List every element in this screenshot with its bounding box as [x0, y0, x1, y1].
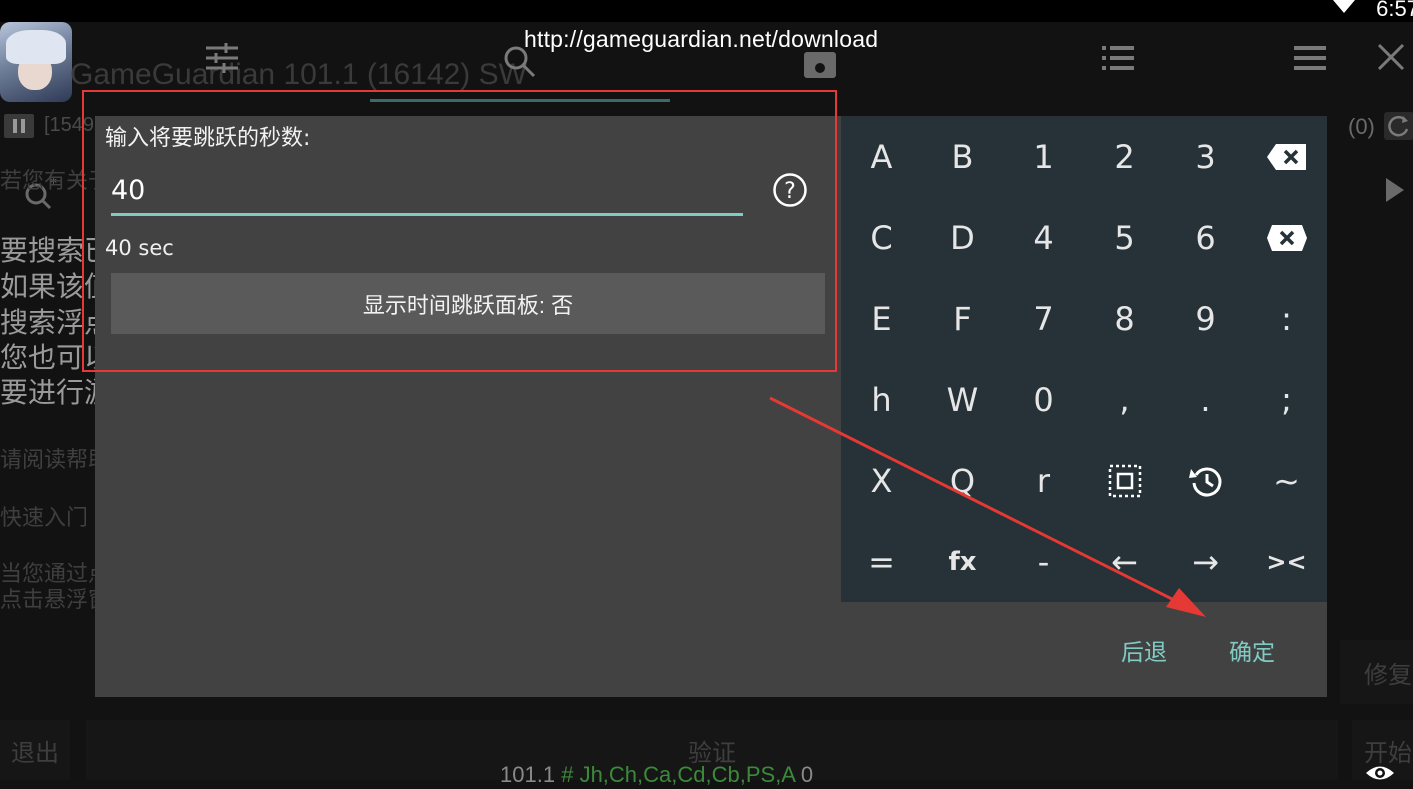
key-fx[interactable]: fx — [922, 521, 1003, 602]
key-3[interactable]: 3 — [1165, 116, 1246, 197]
key-9[interactable]: 9 — [1165, 278, 1246, 359]
clear-button[interactable] — [1246, 197, 1327, 278]
status-bar: 6:57 — [0, 0, 1413, 22]
back-button[interactable]: 后退 — [1121, 633, 1167, 667]
repair-button[interactable]: 修复 — [1340, 640, 1413, 704]
key-semicolon[interactable]: ; — [1246, 359, 1327, 440]
version-info: 101.1 # Jh,Ch,Ca,Cd,Cb,PS,A 0 — [500, 762, 813, 788]
play-icon[interactable] — [1386, 178, 1404, 202]
download-url[interactable]: http://gameguardian.net/download — [524, 26, 878, 53]
version-tail: 0 — [800, 762, 814, 787]
result-count: (0) — [1348, 114, 1375, 139]
ok-button[interactable]: 确定 — [1229, 633, 1275, 667]
settings-sliders-icon[interactable] — [204, 40, 240, 76]
key-h[interactable]: h — [841, 359, 922, 440]
refresh-icon — [1388, 115, 1409, 137]
memory-editor-icon[interactable] — [802, 48, 838, 84]
key-D[interactable]: D — [922, 197, 1003, 278]
key-A[interactable]: A — [841, 116, 922, 197]
history-button[interactable] — [1165, 440, 1246, 521]
key-minus[interactable]: - — [1003, 521, 1084, 602]
app-avatar[interactable] — [0, 22, 72, 102]
key-tilde[interactable]: ~ — [1246, 440, 1327, 521]
backspace-button[interactable] — [1246, 116, 1327, 197]
key-r[interactable]: r — [1003, 440, 1084, 521]
key-2[interactable]: 2 — [1084, 116, 1165, 197]
key-equals[interactable]: = — [841, 521, 922, 602]
status-time: 6:57 — [1376, 0, 1413, 21]
exit-button[interactable]: 退出 — [0, 720, 70, 780]
app-title: GameGuardian 101.1 (16142) SW — [70, 58, 527, 91]
version-flags: Jh,Ch,Ca,Cd,Cb,PS,A — [579, 762, 795, 787]
info-line-3: 快速入门 — [0, 506, 89, 531]
key-W[interactable]: W — [922, 359, 1003, 440]
backspace-icon — [1266, 143, 1306, 170]
history-icon — [1188, 467, 1221, 496]
eye-icon[interactable] — [1364, 762, 1396, 784]
key-B[interactable]: B — [922, 116, 1003, 197]
key-F[interactable]: F — [922, 278, 1003, 359]
select-all-button[interactable] — [1084, 440, 1165, 521]
key-1[interactable]: 1 — [1003, 116, 1084, 197]
key-X[interactable]: X — [841, 440, 922, 521]
close-icon[interactable] — [1374, 40, 1410, 76]
select-all-icon — [1108, 464, 1141, 497]
key-Q[interactable]: Q — [922, 440, 1003, 521]
refresh-button[interactable] — [1384, 112, 1413, 140]
info-line-2: 请阅读帮助 — [0, 448, 111, 473]
key-5[interactable]: 5 — [1084, 197, 1165, 278]
key-colon[interactable]: : — [1246, 278, 1327, 359]
version-hash: # — [561, 762, 574, 787]
key-6[interactable]: 6 — [1165, 197, 1246, 278]
swap-key[interactable]: >< — [1246, 521, 1327, 602]
info-line-5: 点击悬浮窗 — [0, 588, 111, 613]
cursor-right-key[interactable]: → — [1165, 521, 1246, 602]
key-comma[interactable]: , — [1084, 359, 1165, 440]
key-period[interactable]: . — [1165, 359, 1246, 440]
cursor-left-key[interactable]: ← — [1084, 521, 1165, 602]
key-0[interactable]: 0 — [1003, 359, 1084, 440]
version-number: 101.1 — [500, 762, 556, 787]
annotation-highlight-box — [82, 90, 837, 372]
key-4[interactable]: 4 — [1003, 197, 1084, 278]
key-C[interactable]: C — [841, 197, 922, 278]
key-7[interactable]: 7 — [1003, 278, 1084, 359]
keypad: A B 1 2 3 C D 4 5 6 E F 7 8 9 : h W 0 , … — [841, 116, 1327, 602]
pause-button[interactable] — [4, 114, 34, 138]
menu-icon[interactable] — [1292, 40, 1328, 76]
key-8[interactable]: 8 — [1084, 278, 1165, 359]
wifi-icon — [1333, 0, 1355, 13]
clear-icon — [1266, 224, 1307, 251]
key-E[interactable]: E — [841, 278, 922, 359]
saved-list-icon[interactable] — [1100, 40, 1136, 76]
